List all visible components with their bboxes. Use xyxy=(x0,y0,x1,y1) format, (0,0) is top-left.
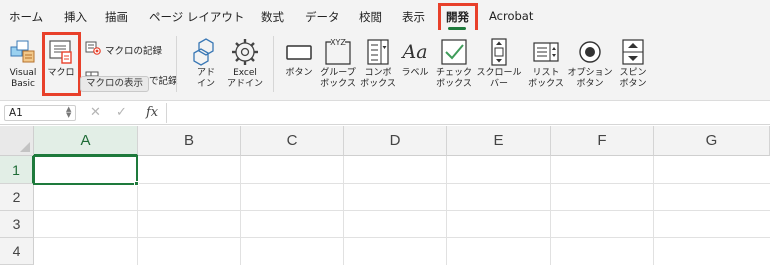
tab-developer[interactable]: 開発 xyxy=(446,9,469,25)
option-button-icon xyxy=(577,36,603,68)
insert-spin-button-control[interactable]: スピン ボタン xyxy=(614,36,652,90)
control-label-line2: ボックス xyxy=(436,79,472,89)
ribbon-separator xyxy=(273,36,274,92)
row-header-2[interactable]: 2 xyxy=(0,184,34,211)
column-gridline xyxy=(343,156,344,265)
label-control-icon-text: Aa xyxy=(402,41,428,63)
macro-button[interactable]: マクロ xyxy=(44,36,78,79)
insert-list-box-control[interactable]: リスト ボックス xyxy=(525,36,567,90)
macro-tooltip: マクロの表示 xyxy=(80,76,150,92)
control-label-line2: バー xyxy=(489,79,508,89)
macro-label: マクロ xyxy=(47,68,75,78)
control-label-line1: グループ xyxy=(320,68,356,78)
group-box-icon-text: XYZ xyxy=(330,38,346,47)
column-header-e[interactable]: E xyxy=(447,126,551,156)
checkbox-control-icon xyxy=(439,36,469,68)
tab-data[interactable]: データ xyxy=(305,9,340,25)
column-gridline xyxy=(653,156,654,265)
tab-home[interactable]: ホーム xyxy=(9,9,43,25)
tab-draw[interactable]: 描画 xyxy=(105,9,128,25)
tab-acrobat[interactable]: Acrobat xyxy=(489,9,533,23)
control-label-line2: ボックス xyxy=(320,79,356,89)
addins-label-line2: イン xyxy=(196,79,215,89)
visual-basic-icon xyxy=(8,36,38,68)
control-label-line1: スピン xyxy=(619,68,647,78)
column-gridline xyxy=(240,156,241,265)
selected-cell-a1[interactable] xyxy=(33,155,138,185)
visual-basic-button[interactable]: Visual Basic xyxy=(3,36,43,90)
excel-addins-label-line2: アドイン xyxy=(226,79,263,89)
select-all-corner[interactable] xyxy=(0,126,34,156)
scrollbar-control-icon xyxy=(490,36,508,68)
row-gridline xyxy=(34,183,770,184)
control-label-line2: ボタン xyxy=(619,79,647,89)
column-header-g[interactable]: G xyxy=(654,126,770,156)
tab-view[interactable]: 表示 xyxy=(402,9,425,25)
tab-formulas[interactable]: 数式 xyxy=(261,9,284,25)
row-header-4[interactable]: 4 xyxy=(0,238,34,265)
control-label-line1: スクロール xyxy=(476,68,522,78)
ribbon-separator xyxy=(176,36,177,92)
insert-label-control[interactable]: Aa ラベル xyxy=(397,36,433,79)
gear-icon xyxy=(230,36,260,68)
column-header-d[interactable]: D xyxy=(344,126,447,156)
excel-addins-button[interactable]: Excel アドイン xyxy=(224,36,266,90)
label-control-icon: Aa xyxy=(402,36,427,68)
record-macro-label: マクロの記録 xyxy=(105,45,163,57)
tab-review[interactable]: 校閲 xyxy=(359,9,382,25)
group-box-icon: XYZ xyxy=(323,36,353,68)
spin-button-icon xyxy=(621,36,645,68)
column-header-c[interactable]: C xyxy=(241,126,344,156)
addins-label-line1: アド xyxy=(196,68,215,78)
column-header-f[interactable]: F xyxy=(551,126,654,156)
control-label-line1: ラベル xyxy=(401,68,429,78)
row-header-3[interactable]: 3 xyxy=(0,211,34,238)
select-all-icon xyxy=(20,142,30,152)
name-box-stepper-icon[interactable]: ▲ ▼ xyxy=(66,106,71,119)
worksheet-grid[interactable]: A B C D E F G 1 2 3 4 xyxy=(0,126,770,265)
insert-button-control[interactable]: ボタン xyxy=(280,36,318,79)
insert-option-button-control[interactable]: オプション ボタン xyxy=(567,36,613,90)
control-label-line2: ボックス xyxy=(528,79,564,89)
insert-group-box-control[interactable]: XYZ グループ ボックス xyxy=(317,36,359,90)
control-label-line1: ボタン xyxy=(285,68,313,78)
tab-page-layout[interactable]: ページ レイアウト xyxy=(149,9,244,25)
fill-handle[interactable] xyxy=(134,181,139,186)
record-macro-icon xyxy=(85,41,101,58)
column-header-b[interactable]: B xyxy=(138,126,241,156)
formula-input[interactable] xyxy=(166,103,766,123)
visual-basic-label-line2: Basic xyxy=(11,79,35,89)
row-gridline xyxy=(34,237,770,238)
control-label-line1: オプション xyxy=(567,68,613,78)
control-label-line1: チェック xyxy=(435,68,472,78)
control-label-line1: コンボ xyxy=(364,68,392,78)
addins-icon xyxy=(191,36,221,68)
visual-basic-label-line1: Visual xyxy=(9,68,37,78)
button-control-icon xyxy=(285,36,313,68)
insert-function-button[interactable]: fx xyxy=(146,105,158,120)
control-label-line2: ボックス xyxy=(360,79,396,89)
confirm-entry-icon[interactable]: ✓ xyxy=(116,105,127,120)
excel-addins-label-line1: Excel xyxy=(233,68,257,78)
insert-checkbox-control[interactable]: チェック ボックス xyxy=(434,36,474,90)
list-box-icon xyxy=(532,36,560,68)
insert-combo-box-control[interactable]: コンボ ボックス xyxy=(358,36,398,90)
control-label-line1: リスト xyxy=(532,68,560,78)
addins-button[interactable]: アド イン xyxy=(189,36,223,90)
cancel-entry-icon[interactable]: ✕ xyxy=(90,105,101,120)
relative-reference-label: で記録 xyxy=(149,75,178,87)
control-label-line2: ボタン xyxy=(576,79,604,89)
formula-bar: A1 ▲ ▼ ✕ ✓ fx xyxy=(0,101,770,125)
combo-box-icon xyxy=(365,36,391,68)
row-header-1[interactable]: 1 xyxy=(0,156,34,184)
macro-icon xyxy=(46,36,76,68)
record-macro-button[interactable]: マクロの記録 xyxy=(85,41,162,58)
row-gridline xyxy=(34,210,770,211)
tab-insert[interactable]: 挿入 xyxy=(64,9,87,25)
column-gridline xyxy=(446,156,447,265)
column-header-a[interactable]: A xyxy=(34,126,138,156)
ribbon-tab-bar: ホーム 挿入 描画 ページ レイアウト 数式 データ 校閲 表示 開発 Acro… xyxy=(0,0,770,30)
column-gridline xyxy=(550,156,551,265)
insert-scrollbar-control[interactable]: スクロール バー xyxy=(474,36,524,90)
